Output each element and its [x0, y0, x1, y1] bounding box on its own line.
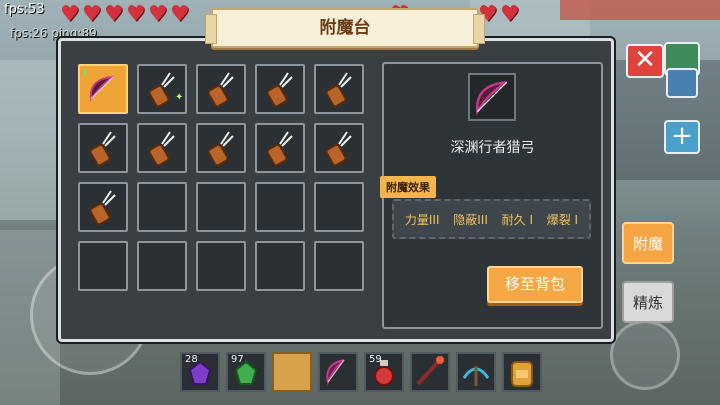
- fps-counter: fps:53: [4, 2, 45, 17]
- page-title: 附魔台: [205, 8, 485, 48]
- quiver-icon: [266, 72, 293, 107]
- inventory-slot-selected[interactable]: I: [78, 64, 128, 114]
- quiver-icon: [325, 131, 352, 166]
- heart-icon: [170, 2, 190, 27]
- inventory-slot[interactable]: [255, 241, 305, 291]
- enchant-entry: 隐蔽III: [453, 212, 488, 227]
- inventory-slot[interactable]: [196, 241, 246, 291]
- hotbar-slot[interactable]: [456, 352, 496, 392]
- heart-icon: [82, 2, 102, 27]
- staff-icon: [416, 356, 444, 386]
- bow-icon: [476, 81, 508, 116]
- quiver-icon: [207, 131, 234, 166]
- quiver-icon: [266, 131, 293, 166]
- tab-refine[interactable]: 精炼: [622, 281, 674, 323]
- enchant-list: 力量III 隐蔽III 耐久 I 爆裂 I: [392, 199, 591, 239]
- item-name: 深渊行者猎弓: [450, 140, 535, 156]
- inventory-slot[interactable]: [137, 123, 187, 173]
- hotbar: 28 97 59: [180, 352, 542, 392]
- chat-icon[interactable]: [666, 68, 698, 98]
- inventory-slot[interactable]: [314, 123, 364, 173]
- inventory-slot[interactable]: [78, 241, 128, 291]
- backpack-icon: [511, 361, 533, 387]
- plus-icon[interactable]: +: [664, 120, 700, 154]
- hotbar-slot[interactable]: 28: [180, 352, 220, 392]
- inventory-slot[interactable]: [196, 182, 246, 232]
- quiver-icon: [89, 131, 116, 166]
- inventory-grid: I ✦: [78, 64, 364, 291]
- quiver-icon: [207, 72, 234, 107]
- hotbar-slot-selected[interactable]: [272, 352, 312, 392]
- bow-icon: [89, 76, 114, 102]
- move-to-backpack-button[interactable]: 移至背包: [487, 266, 583, 303]
- hotbar-slot[interactable]: 97: [226, 352, 266, 392]
- inventory-slot[interactable]: [255, 123, 305, 173]
- health-bar: [60, 2, 410, 27]
- inventory-slot[interactable]: [78, 182, 128, 232]
- enchant-entry: 爆裂 I: [546, 212, 579, 227]
- inventory-slot[interactable]: [137, 182, 187, 232]
- bow-icon: [326, 359, 345, 386]
- close-button[interactable]: ✕: [626, 44, 664, 78]
- hotbar-slot[interactable]: [318, 352, 358, 392]
- close-icon: ✕: [634, 45, 656, 75]
- crossbow-icon: [462, 366, 490, 386]
- inventory-slot[interactable]: [314, 64, 364, 114]
- quiver-icon: [89, 190, 116, 225]
- inventory-slot[interactable]: [255, 64, 305, 114]
- selected-item-preview: [468, 73, 516, 121]
- inventory-slot[interactable]: [314, 182, 364, 232]
- heart-icon: [60, 2, 80, 27]
- quiver-icon: [148, 72, 175, 107]
- hotbar-slot[interactable]: [502, 352, 542, 392]
- enchant-effect-label: 附魔效果: [380, 176, 436, 198]
- enchant-entry: 力量III: [404, 212, 440, 227]
- inventory-slot[interactable]: [314, 241, 364, 291]
- hotbar-slot[interactable]: [410, 352, 450, 392]
- inventory-slot[interactable]: [255, 182, 305, 232]
- jump-button[interactable]: [610, 320, 680, 390]
- tab-enchant[interactable]: 附魔: [622, 222, 674, 264]
- inventory-slot[interactable]: ✦: [137, 64, 187, 114]
- inventory-slot[interactable]: [78, 123, 128, 173]
- heart-icon: [126, 2, 146, 27]
- enchant-entry: 耐久 I: [501, 212, 533, 227]
- hotbar-slot[interactable]: 59: [364, 352, 404, 392]
- inventory-slot[interactable]: [137, 241, 187, 291]
- quiver-icon: [148, 131, 175, 166]
- quiver-icon: [325, 72, 352, 107]
- inventory-slot[interactable]: [196, 64, 246, 114]
- heart-icon: [148, 2, 168, 27]
- heart-icon: [500, 2, 520, 27]
- inventory-slot[interactable]: [196, 123, 246, 173]
- heart-icon: [104, 2, 124, 27]
